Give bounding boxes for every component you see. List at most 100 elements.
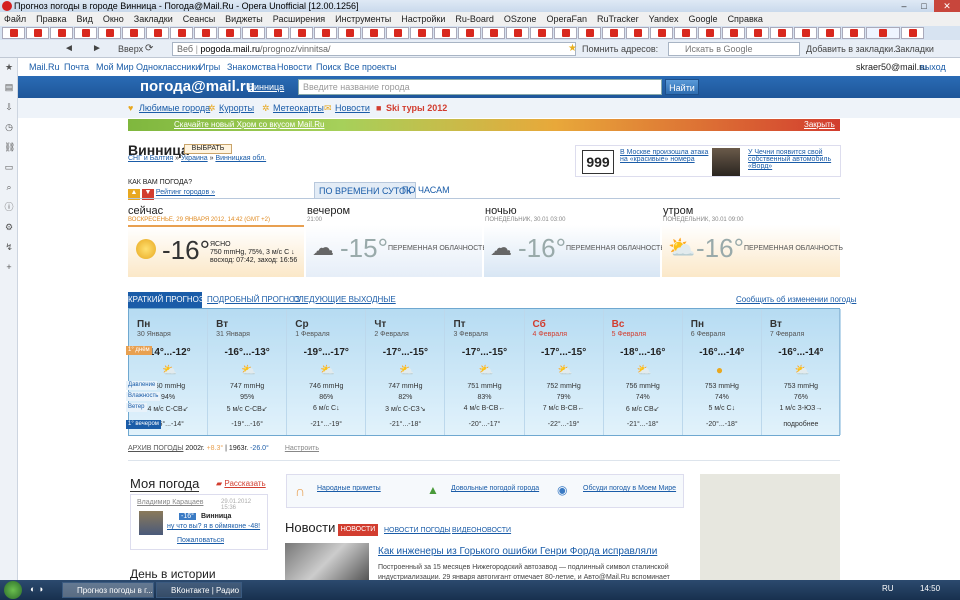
teaser-link-2[interactable]: У Чечни появится свой собственный автомо…	[748, 149, 838, 170]
browser-tab[interactable]	[434, 27, 457, 39]
browser-tab[interactable]	[242, 27, 265, 39]
tell-link[interactable]: ▰ Рассказать	[216, 479, 266, 488]
menu-rutracker[interactable]: RuTracker	[597, 12, 639, 26]
complain-link[interactable]: Пожаловаться	[177, 537, 224, 544]
breadcrumb-region[interactable]: Винницкая обл.	[215, 155, 266, 162]
nav-ski-tours[interactable]: Ski туры 2012	[386, 98, 447, 118]
browser-tab[interactable]	[266, 27, 289, 39]
avatar[interactable]	[139, 511, 163, 535]
browser-tab[interactable]	[290, 27, 313, 39]
windows-panel-icon[interactable]: ▭	[4, 162, 14, 172]
portal-link-mailru[interactable]: Mail.Ru	[29, 58, 60, 76]
banner-text[interactable]: Скачайте новый Хром со вкусом Mail.Ru	[174, 119, 324, 131]
user-email[interactable]: skraer50@mail.ru	[856, 58, 927, 76]
language-indicator[interactable]: RU	[882, 584, 894, 593]
menu-sessions[interactable]: Сеансы	[183, 12, 215, 26]
browser-tab[interactable]	[626, 27, 649, 39]
menu-ruboard[interactable]: Ru-Board	[455, 12, 494, 26]
forward-button[interactable]: ►	[92, 40, 102, 58]
site-logo[interactable]: погода@mail.ru	[140, 78, 255, 95]
browser-tab[interactable]	[386, 27, 409, 39]
star-icon[interactable]: ★	[568, 40, 577, 58]
banner-close[interactable]: Закрыть	[804, 119, 835, 131]
browser-tab[interactable]	[746, 27, 769, 39]
menu-tools[interactable]: Инструменты	[335, 12, 391, 26]
browser-tab[interactable]	[194, 27, 217, 39]
taskbar-opera[interactable]: Прогноз погоды в г...	[62, 582, 154, 598]
browser-tab[interactable]	[602, 27, 625, 39]
forecast-day-column[interactable]: Вс 5 Февраля -18°...-16° 756 mmHg 74% 6 м/с С…	[603, 309, 683, 435]
forecast-day-column[interactable]: Вт 7 Февраля -16°...-14° 753 mmHg 76% 1 м/с З…	[761, 309, 841, 435]
breadcrumb-ukraine[interactable]: Украина	[181, 155, 208, 162]
portal-link-dating[interactable]: Знакомства	[227, 58, 276, 76]
select-city-button[interactable]: ВЫБРАТЬ	[184, 144, 232, 154]
discuss-link[interactable]: Обсуди погоду в Моем Мире	[583, 485, 676, 492]
menu-extensions[interactable]: Расширения	[273, 12, 325, 26]
browser-tab[interactable]	[362, 27, 385, 39]
browser-tab[interactable]	[50, 27, 73, 39]
history-panel-icon[interactable]: ◷	[4, 122, 14, 132]
add-panel-icon[interactable]: +	[4, 262, 14, 272]
menu-operafan[interactable]: OperaFan	[546, 12, 587, 26]
maximize-button[interactable]: □	[914, 0, 934, 12]
portal-link-games[interactable]: Игры	[199, 58, 220, 76]
up-button[interactable]: Вверх	[118, 40, 143, 58]
menu-google[interactable]: Google	[689, 12, 718, 26]
promo-banner[interactable]: Скачайте новый Хром со вкусом Mail.Ru За…	[128, 119, 840, 131]
nav-favorite-cities[interactable]: Любимые города	[139, 98, 210, 118]
browser-tab[interactable]	[410, 27, 433, 39]
browser-tab[interactable]	[842, 27, 865, 39]
browser-tab[interactable]	[698, 27, 721, 39]
back-button[interactable]: ◄	[64, 40, 74, 58]
tab-next-weekend[interactable]: СЛЕДУЮЩИЕ ВЫХОДНЫЕ	[293, 292, 396, 308]
browser-tab[interactable]	[818, 27, 841, 39]
browser-tab[interactable]	[482, 27, 505, 39]
browser-tab[interactable]	[554, 27, 577, 39]
portal-link-ok[interactable]: Одноклассники	[136, 58, 200, 76]
portal-link-mymir[interactable]: Мой Мир	[96, 58, 134, 76]
forecast-day-column[interactable]: Пт 3 Февраля -17°...-15° 751 mmHg 83% 4 м/с В…	[445, 309, 525, 435]
taskbar-chrome[interactable]: ВКонтакте | Радио - ...	[156, 582, 242, 598]
find-button[interactable]: Найти	[665, 79, 699, 95]
browser-tab[interactable]	[26, 27, 49, 39]
browser-tab[interactable]	[578, 27, 601, 39]
archive-config-link[interactable]: Настроить	[285, 445, 319, 452]
forecast-day-column[interactable]: Пн 30 Января -14°...-12° 750 mmHg 94% 4 м/с С…	[129, 309, 209, 435]
menu-window[interactable]: Окно	[103, 12, 124, 26]
portal-link-all-projects[interactable]: Все проекты	[344, 58, 397, 76]
browser-tab[interactable]	[901, 27, 924, 39]
menu-view[interactable]: Вид	[77, 12, 93, 26]
menu-settings[interactable]: Настройки	[401, 12, 445, 26]
post-author[interactable]: Владимир Карацаев	[137, 499, 203, 506]
bookmarks-button[interactable]: Закладки	[895, 40, 934, 58]
menu-widgets[interactable]: Виджеты	[225, 12, 263, 26]
city-rating-link[interactable]: Рейтинг городов »	[156, 189, 215, 196]
browser-tab[interactable]	[74, 27, 97, 39]
browser-tab[interactable]	[338, 27, 361, 39]
logout-link[interactable]: выход	[920, 58, 946, 76]
news-tab-news[interactable]: НОВОСТИ	[338, 524, 378, 536]
bookmarks-panel-icon[interactable]: ★	[4, 62, 14, 72]
menu-file[interactable]: Файл	[4, 12, 26, 26]
news-thumbnail[interactable]	[285, 543, 369, 580]
browser-tab[interactable]	[770, 27, 793, 39]
browser-tab[interactable]	[722, 27, 745, 39]
links-panel-icon[interactable]: ⛓	[4, 142, 15, 152]
reload-icon[interactable]: ⟳	[145, 40, 153, 58]
minimize-button[interactable]: –	[894, 0, 914, 12]
forecast-day-column[interactable]: Ср 1 Февраля -19°...-17° 746 mmHg 86% 6 м/с С…	[287, 309, 367, 435]
search-panel-icon[interactable]: ⌕	[4, 182, 14, 192]
menu-help[interactable]: Справка	[728, 12, 763, 26]
browser-tab[interactable]	[218, 27, 241, 39]
quicklaunch-icons[interactable]: ◐ ◑	[30, 584, 43, 594]
portal-link-news[interactable]: Новости	[277, 58, 312, 76]
menu-edit[interactable]: Правка	[36, 12, 66, 26]
archive-link[interactable]: АРХИВ ПОГОДЫ	[128, 445, 183, 452]
notify-change-link[interactable]: Сообщить об изменении погоды	[736, 292, 856, 308]
browser-tab[interactable]	[506, 27, 529, 39]
search-input[interactable]: Искать в Google	[668, 42, 800, 56]
downloads-panel-icon[interactable]: ⇩	[4, 102, 14, 112]
browser-tab[interactable]	[170, 27, 193, 39]
forecast-day-column[interactable]: Пн 6 Февраля -16°...-14° 753 mmHg 74% 5 м/с С…	[682, 309, 762, 435]
tell-label[interactable]: Рассказать	[224, 479, 265, 488]
